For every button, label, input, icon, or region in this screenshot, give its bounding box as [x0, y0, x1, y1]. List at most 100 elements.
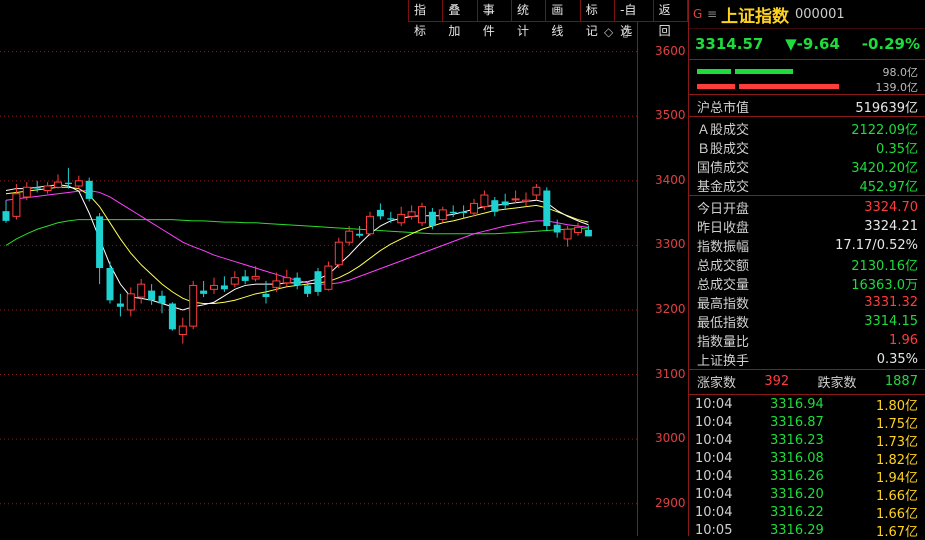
candle-body: [418, 206, 426, 224]
stat-row: 指数量比 1.96: [689, 331, 925, 350]
toolbar-button-0[interactable]: 指标: [408, 0, 443, 38]
candle-body: [532, 186, 541, 196]
kline-chart-area[interactable]: 3600 3500 3400 3300 3200 3100 3000 2900 指标 叠加 事件统…: [0, 0, 688, 536]
candle-body: [293, 277, 301, 286]
tick-time: 10:04: [695, 432, 733, 448]
tick-volume: 1.67亿: [876, 524, 918, 540]
tick-row: 10:04 3316.87 1.75亿: [689, 413, 925, 432]
tick-volume: 1.82亿: [876, 452, 918, 468]
candle-body: [522, 199, 530, 202]
candle-body: [168, 303, 176, 330]
stat-label: 最低指数: [697, 316, 750, 331]
tick-price: 3316.26: [770, 468, 824, 484]
stat-row: 基金成交 452.97亿: [689, 176, 925, 195]
candle-body: [96, 216, 104, 268]
stat-row: 昨日收盘 3324.21: [689, 217, 925, 236]
stat-label: 上证换手: [697, 354, 750, 369]
stat-label: 指数量比: [697, 335, 750, 350]
candle-body: [304, 285, 312, 294]
y-tick-label: 3400: [655, 172, 686, 187]
toolbar-button-6[interactable]: -自选: [614, 0, 653, 38]
candle-body: [200, 290, 208, 294]
tick-time: 10:04: [695, 414, 733, 430]
candle-body: [126, 293, 135, 311]
stat-value: 2122.09亿: [851, 123, 918, 138]
tick-time: 10:04: [695, 486, 733, 502]
toolbar-button-4[interactable]: 画线: [545, 0, 580, 38]
tick-row: 10:05 3316.29 1.67亿: [689, 521, 925, 540]
candle-body: [397, 213, 406, 224]
kline-chart[interactable]: [0, 0, 637, 536]
y-axis-line: [637, 22, 638, 536]
price-change: ▼-9.64: [785, 35, 840, 53]
price-change-pct: -0.29%: [861, 35, 920, 53]
candle-body: [438, 209, 447, 221]
stat-value: 3324.70: [864, 200, 918, 215]
toolbar-button-5[interactable]: 标记: [579, 0, 615, 38]
candle-body: [460, 211, 468, 214]
candle-body: [356, 233, 364, 236]
stat-value: 2130.16亿: [851, 259, 918, 274]
tick-row: 10:04 3316.22 1.66亿: [689, 503, 925, 522]
up-count-label: 涨家数: [697, 375, 737, 391]
stat-label: 沪总市值: [697, 101, 750, 116]
tick-row: 10:04 3316.26 1.94亿: [689, 467, 925, 486]
toolbar-button-3[interactable]: 统计: [511, 0, 546, 38]
stat-value: 3324.21: [864, 219, 918, 234]
stat-value: 3420.20亿: [851, 161, 918, 176]
breadth-row: 涨家数 392 跌家数 1887: [689, 369, 925, 392]
stat-value: 16363.0万: [851, 278, 918, 293]
stats-market-cap: 沪总市值 519639亿: [689, 95, 925, 116]
menu-icon[interactable]: ≡: [707, 7, 721, 21]
stat-row: 上证换手 0.35%: [689, 350, 925, 369]
up-bar-2: [735, 69, 793, 74]
toolbar-button-7[interactable]: 返回: [652, 0, 688, 38]
candle-body: [158, 295, 166, 304]
candle-body: [220, 285, 228, 290]
window-icon[interactable]: ▯: [622, 25, 629, 39]
tick-list[interactable]: 10:04 3316.94 1.80亿 10:04 3316.87 1.75亿 10:04 3…: [689, 394, 925, 540]
stat-label: Ａ股成交: [697, 123, 750, 138]
stat-row: 总成交量 16363.0万: [689, 274, 925, 293]
stat-value: 0.35亿: [876, 142, 918, 157]
tick-price: 3316.20: [770, 486, 824, 502]
candle-body: [64, 182, 72, 185]
stat-label: 总成交额: [697, 259, 750, 274]
toolbar-button-2[interactable]: 事件: [476, 0, 512, 38]
candle-body: [584, 229, 592, 237]
y-tick-label: 3200: [655, 301, 686, 316]
candle-body: [553, 224, 561, 233]
y-tick-label: 2900: [655, 495, 686, 510]
down-bar-1: [697, 84, 735, 89]
ma5-line: [5, 184, 589, 311]
diamond-icon[interactable]: ◇: [604, 25, 613, 39]
candle-body: [387, 218, 395, 220]
up-bar-value: 98.0亿: [882, 66, 919, 79]
quote-line: 3314.57 ▼-9.64 -0.29%: [689, 28, 925, 59]
y-tick-label: 3500: [655, 108, 686, 123]
candle-body: [12, 193, 21, 217]
stat-value: 17.17/0.52%: [835, 238, 918, 253]
tick-volume: 1.66亿: [876, 506, 918, 522]
candle-body: [563, 228, 572, 240]
tick-row: 10:04 3316.23 1.73亿: [689, 431, 925, 450]
badge-icon[interactable]: G: [693, 7, 707, 21]
candle-body: [22, 186, 31, 198]
candle-body: [480, 194, 489, 208]
candle-body: [511, 198, 520, 201]
tick-price: 3316.94: [770, 396, 824, 412]
candle-body: [178, 325, 187, 336]
candle-body: [54, 181, 62, 188]
chart-icons: ◇ ▯: [604, 25, 634, 39]
candle-body: [2, 211, 10, 221]
candle-body: [210, 284, 218, 290]
stat-label: 基金成交: [697, 180, 750, 195]
candle-body: [251, 275, 260, 280]
tick-row: 10:04 3316.94 1.80亿: [689, 395, 925, 414]
toolbar-button-1[interactable]: 叠加: [442, 0, 477, 38]
stat-label: 最高指数: [697, 297, 750, 312]
down-bar-value: 139.0亿: [875, 81, 919, 94]
stat-row: Ｂ股成交 0.35亿: [689, 138, 925, 157]
stat-row: 今日开盘 3324.70: [689, 198, 925, 217]
tick-time: 10:05: [695, 522, 733, 538]
